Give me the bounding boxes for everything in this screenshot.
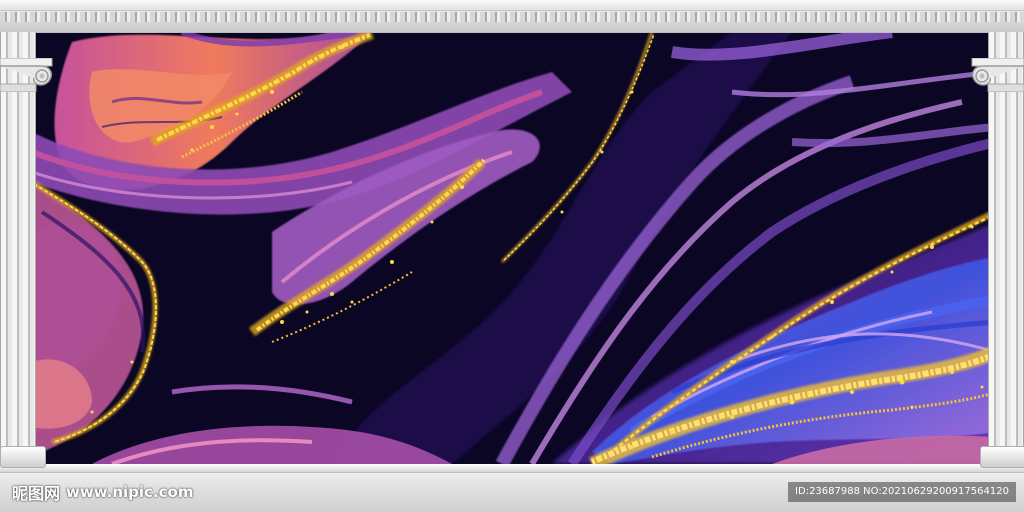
sill-ledge [0,464,1024,473]
top-cornice [0,0,1024,33]
cornice-dentils [0,12,1024,22]
cornice-top-strip [0,0,1024,11]
marble-artwork [32,32,996,464]
left-column [0,32,36,464]
watermark-site: 昵图网 www.nipic.com [12,480,193,504]
left-column-capital [0,58,53,92]
right-column [988,32,1024,464]
mural-image: 昵图网 www.nipic.com ID:23687988 NO:2021062… [0,0,1024,512]
watermark-id: ID:23687988 NO:20210629200917564120 [788,482,1016,502]
watermark-url: www.nipic.com [66,483,194,501]
watermark-site-name: 昵图网 [12,484,61,503]
left-column-base [0,446,46,468]
right-column-base [980,446,1024,468]
marble-panel [32,32,996,464]
right-column-capital [971,58,1024,92]
